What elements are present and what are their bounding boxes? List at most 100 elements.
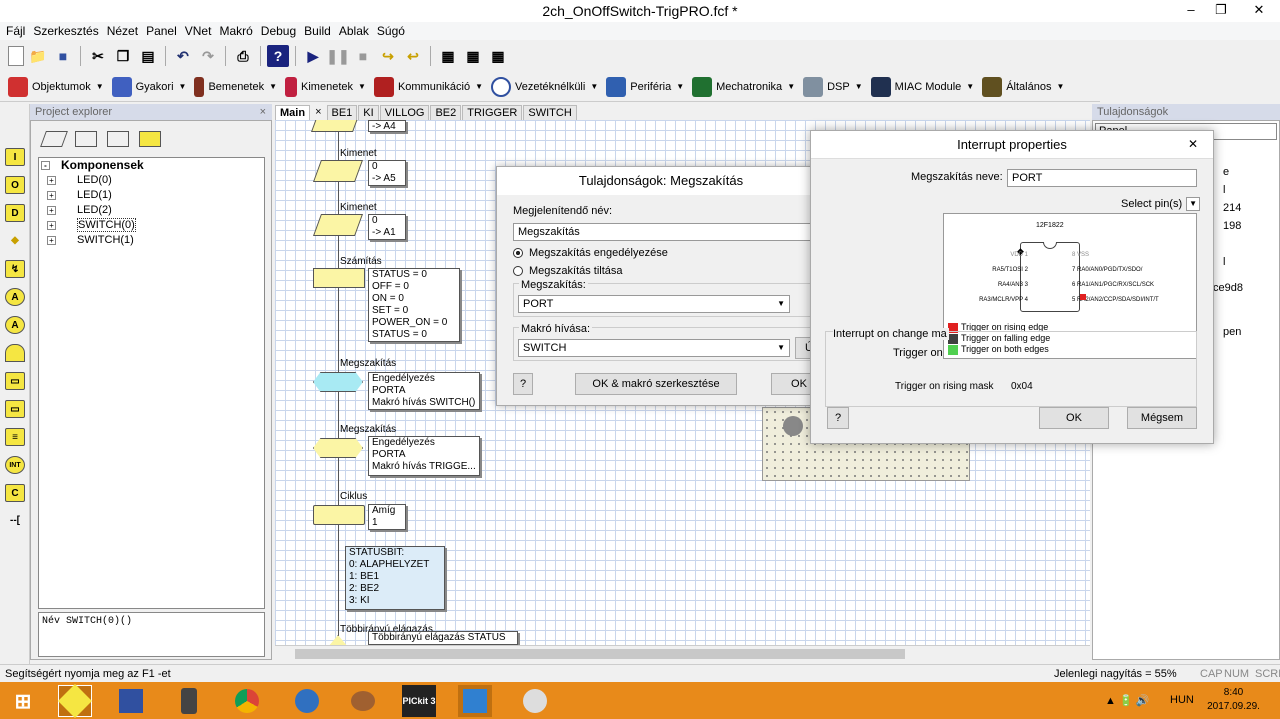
tree-item-selected[interactable]: + SWITCH(0) bbox=[39, 218, 264, 233]
pin-ra2-trigger-marker[interactable] bbox=[1080, 294, 1086, 300]
menu-panel[interactable]: Panel bbox=[144, 24, 183, 38]
open-folder-icon[interactable]: 📁 bbox=[27, 45, 49, 67]
radio-disable[interactable]: Megszakítás tiltása bbox=[513, 265, 623, 277]
connection-point-icon[interactable]: ↯ bbox=[5, 260, 25, 278]
help-button[interactable]: ? bbox=[827, 407, 849, 429]
category-outputs[interactable]: Kimenetek ▼ bbox=[285, 76, 366, 97]
display-name-input[interactable]: Megszakítás bbox=[513, 223, 823, 241]
tree-item[interactable]: + LED(2) bbox=[39, 203, 264, 218]
tab-villog[interactable]: VILLOG bbox=[379, 105, 430, 120]
close-button[interactable]: ✕ bbox=[1238, 0, 1280, 22]
cut-icon[interactable]: ✂ bbox=[87, 45, 109, 67]
help-icon[interactable]: ? bbox=[267, 45, 289, 67]
chrome-icon[interactable] bbox=[230, 685, 264, 717]
input-icon[interactable]: I bbox=[5, 148, 25, 166]
decision-icon[interactable]: ◆ bbox=[5, 232, 25, 250]
output-block[interactable] bbox=[312, 214, 364, 236]
clock[interactable]: 8:40 2017.09.29. bbox=[1206, 686, 1261, 714]
category-objects[interactable]: Objektumok ▼ bbox=[8, 76, 104, 97]
tab-trigger[interactable]: TRIGGER bbox=[462, 105, 523, 120]
pickit-app-icon[interactable]: PICkit 3 bbox=[402, 685, 436, 717]
tab-be2[interactable]: BE2 bbox=[430, 105, 462, 120]
step-over-icon[interactable]: ↩ bbox=[402, 45, 424, 67]
ok-button[interactable]: OK bbox=[1039, 407, 1109, 429]
explorer-tree-icon[interactable] bbox=[75, 131, 97, 147]
menu-build[interactable]: Build bbox=[302, 24, 337, 38]
category-dsp[interactable]: DSP ▼ bbox=[803, 76, 863, 97]
scroll-thumb[interactable] bbox=[295, 649, 905, 659]
tab-ki[interactable]: KI bbox=[358, 105, 379, 120]
explorer-input-icon[interactable] bbox=[40, 131, 68, 147]
explorer-chip-icon[interactable] bbox=[107, 131, 129, 147]
calculation-icon[interactable]: A bbox=[5, 288, 25, 306]
menu-debug[interactable]: Debug bbox=[259, 24, 302, 38]
undo-icon[interactable]: ↶ bbox=[172, 45, 194, 67]
macro-call-icon[interactable]: ▭ bbox=[5, 372, 25, 390]
app-icon-blue[interactable] bbox=[458, 685, 492, 717]
comment-icon[interactable]: --[ bbox=[5, 512, 25, 530]
calculation-block[interactable] bbox=[313, 268, 365, 288]
output-block[interactable] bbox=[310, 120, 362, 132]
comment-block[interactable]: STATUSBIT: 0: ALAPHELYZET 1: BE1 2: BE2 3: K… bbox=[345, 546, 445, 610]
floppy-app-icon[interactable] bbox=[114, 685, 148, 717]
interrupt-select[interactable]: PORT ▼ bbox=[518, 295, 790, 313]
new-file-icon[interactable] bbox=[8, 46, 24, 66]
maximize-button[interactable]: ❐ bbox=[1206, 0, 1236, 22]
output-block[interactable] bbox=[312, 160, 364, 182]
tab-close-icon[interactable]: × bbox=[311, 105, 325, 120]
print-icon[interactable]: ⎙ bbox=[232, 45, 254, 67]
category-inputs[interactable]: Bemenetek ▼ bbox=[194, 76, 277, 97]
tab-main[interactable]: Main bbox=[275, 105, 311, 120]
switch-block[interactable] bbox=[323, 635, 353, 645]
menu-macro[interactable]: Makró bbox=[217, 24, 258, 38]
explorer-component-icon[interactable] bbox=[139, 131, 161, 147]
close-pane-icon[interactable]: × bbox=[260, 104, 266, 120]
macro-select[interactable]: SWITCH ▼ bbox=[518, 339, 790, 357]
stop-icon[interactable]: ■ bbox=[352, 45, 374, 67]
category-common[interactable]: Gyakori ▼ bbox=[111, 76, 186, 97]
menu-edit[interactable]: Szerkesztés bbox=[31, 24, 104, 38]
category-peripheral[interactable]: Periféria ▼ bbox=[606, 76, 684, 97]
windows-start-icon[interactable]: ⊞ bbox=[6, 685, 40, 717]
app-icon-tool[interactable] bbox=[518, 685, 552, 717]
language-indicator[interactable]: HUN bbox=[1170, 694, 1194, 706]
flowcode-app-icon[interactable] bbox=[58, 684, 92, 718]
close-icon[interactable]: ✕ bbox=[1181, 135, 1205, 153]
string-icon[interactable]: ≡ bbox=[5, 428, 25, 446]
tree-item[interactable]: + LED(0) bbox=[39, 173, 264, 188]
code-icon[interactable]: ▭ bbox=[5, 400, 25, 418]
category-wireless[interactable]: Vezetéknélküli ▼ bbox=[491, 76, 598, 97]
c-code-icon[interactable]: C bbox=[5, 484, 25, 502]
name-input[interactable]: PORT bbox=[1007, 169, 1197, 187]
loop-block[interactable] bbox=[313, 505, 365, 525]
minimize-button[interactable]: – bbox=[1176, 0, 1206, 22]
tree-root[interactable]: - Komponensek bbox=[39, 158, 264, 173]
save-icon[interactable]: ■ bbox=[52, 45, 74, 67]
tree-item[interactable]: + SWITCH(1) bbox=[39, 233, 264, 248]
loop-icon[interactable] bbox=[5, 344, 25, 362]
output-icon[interactable]: O bbox=[5, 176, 25, 194]
copy-icon[interactable]: ❐ bbox=[112, 45, 134, 67]
menu-view[interactable]: Nézet bbox=[105, 24, 144, 38]
chip-icon-3[interactable]: ▦ bbox=[487, 45, 509, 67]
interrupt-block[interactable] bbox=[313, 438, 363, 458]
horizontal-scrollbar[interactable] bbox=[275, 645, 1090, 662]
mail-app-icon[interactable] bbox=[290, 685, 324, 717]
cancel-button[interactable]: Mégsem bbox=[1127, 407, 1197, 429]
redo-icon[interactable]: ↷ bbox=[197, 45, 219, 67]
step-into-icon[interactable]: ↪ bbox=[377, 45, 399, 67]
pause-icon[interactable]: ❚❚ bbox=[326, 45, 349, 67]
menu-file[interactable]: Fájl bbox=[4, 24, 31, 38]
interrupt-block-selected[interactable] bbox=[313, 372, 363, 392]
tab-switch[interactable]: SWITCH bbox=[523, 105, 577, 120]
app-icon-3[interactable] bbox=[172, 685, 206, 717]
category-mechatronics[interactable]: Mechatronika ▼ bbox=[692, 76, 795, 97]
paint-app-icon[interactable] bbox=[346, 685, 380, 717]
menu-help[interactable]: Súgó bbox=[375, 24, 411, 38]
help-button[interactable]: ? bbox=[513, 373, 533, 395]
category-general[interactable]: Általános ▼ bbox=[982, 76, 1064, 97]
ok-edit-macro-button[interactable]: OK & makró szerkesztése bbox=[575, 373, 737, 395]
menu-vnet[interactable]: VNet bbox=[183, 24, 218, 38]
delay-icon[interactable]: D bbox=[5, 204, 25, 222]
run-icon[interactable]: ▶ bbox=[302, 45, 324, 67]
